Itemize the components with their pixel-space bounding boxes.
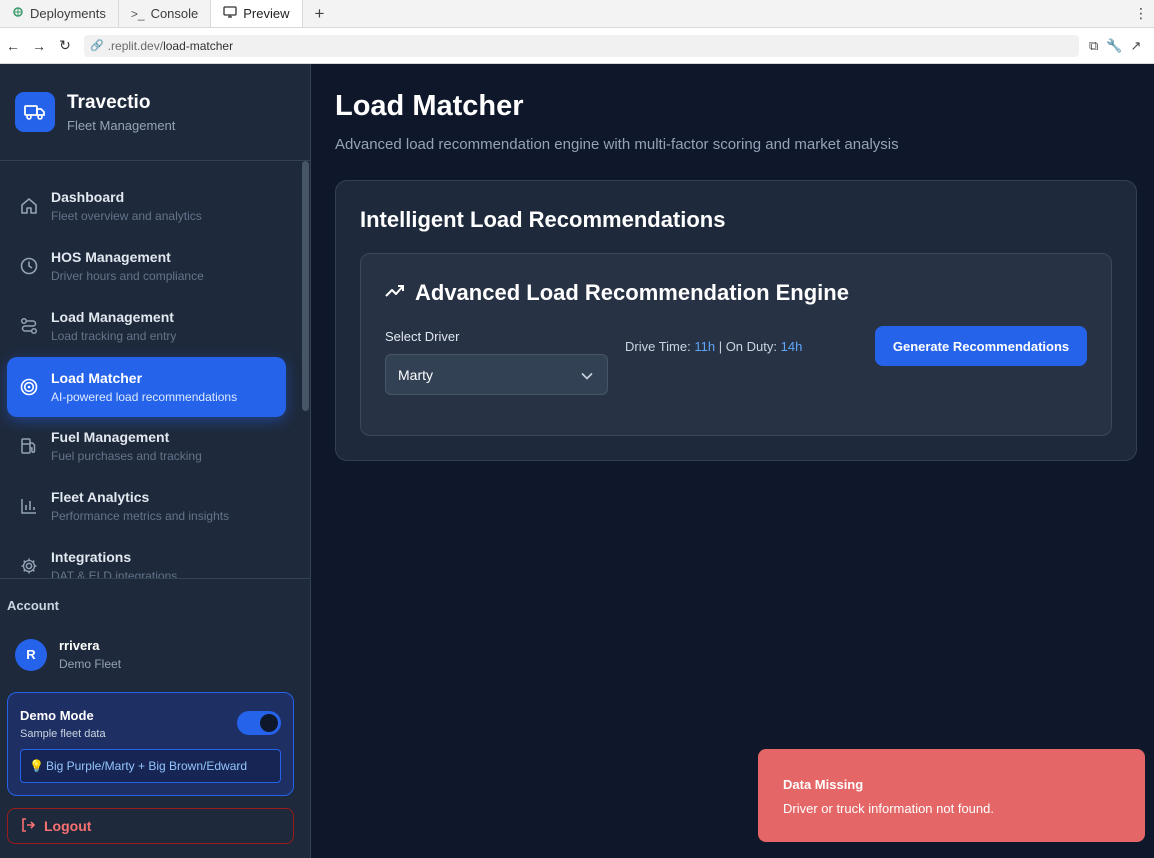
back-icon[interactable]: ←	[0, 38, 26, 54]
lightbulb-icon: 💡	[29, 759, 44, 773]
demo-mode-subtitle: Sample fleet data	[20, 728, 106, 740]
chevron-down-icon	[581, 367, 593, 383]
external-link-icon[interactable]: ↗	[1130, 38, 1141, 54]
recommendations-card: Intelligent Load Recommendations Advance…	[335, 180, 1137, 461]
monitor-icon	[223, 6, 237, 21]
demo-note-text: Big Purple/Marty + Big Brown/Edward	[45, 759, 248, 773]
driver-hours: Drive Time: 11h | On Duty: 14h	[625, 339, 802, 354]
sidebar-item-title: Load Management	[51, 309, 174, 325]
user-name: rrivera	[59, 638, 100, 653]
tab-deployments[interactable]: Deployments	[0, 0, 119, 27]
home-icon	[19, 196, 39, 216]
sidebar-item-hos-management[interactable]: HOS Management Driver hours and complian…	[7, 236, 286, 296]
url-input[interactable]: 🔗 .replit.dev/load-matcher	[84, 34, 1079, 57]
hours-separator: |	[715, 339, 726, 354]
logout-button[interactable]: Logout	[7, 808, 294, 844]
tab-preview[interactable]: Preview	[211, 0, 303, 27]
engine-title: Advanced Load Recommendation Engine	[415, 280, 849, 305]
selected-driver: Marty	[398, 366, 433, 383]
sidebar-item-subtitle: Performance metrics and insights	[51, 509, 230, 523]
user-profile[interactable]: R rrivera Demo Fleet	[15, 638, 121, 671]
sidebar-item-title: Load Matcher	[51, 370, 143, 386]
sidebar-item-subtitle: DAT & ELD integrations	[51, 569, 178, 578]
devices-icon[interactable]: ⧉	[1089, 38, 1098, 54]
sidebar-item-subtitle: Fuel purchases and tracking	[51, 449, 202, 463]
card-title: Intelligent Load Recommendations	[360, 207, 726, 232]
main-content: Load Matcher Advanced load recommendatio…	[311, 64, 1154, 858]
toast-title: Data Missing	[783, 777, 864, 792]
drive-time-value: 11h	[694, 339, 716, 354]
reload-icon[interactable]: ↻	[52, 37, 78, 54]
on-duty-label: On Duty:	[725, 339, 781, 354]
forward-icon[interactable]: →	[26, 38, 52, 54]
driver-select[interactable]: Marty	[385, 354, 608, 395]
logout-label: Logout	[44, 818, 92, 834]
target-icon	[19, 377, 39, 397]
demo-mode-toggle[interactable]	[237, 711, 281, 735]
demo-mode-title: Demo Mode	[20, 708, 94, 723]
terminal-icon: >_	[130, 6, 145, 21]
avatar: R	[15, 638, 47, 671]
tab-label: Deployments	[30, 6, 106, 21]
error-toast[interactable]: Data Missing Driver or truck information…	[758, 749, 1145, 842]
sidebar-item-dashboard[interactable]: Dashboard Fleet overview and analytics	[7, 176, 286, 236]
url-prefix: .replit.dev/	[107, 38, 164, 53]
sidebar-item-subtitle: Driver hours and compliance	[51, 269, 204, 283]
sidebar-item-title: Fuel Management	[51, 429, 170, 445]
url-path: load-matcher	[163, 38, 234, 53]
link-icon: 🔗	[90, 40, 104, 52]
logout-icon	[20, 817, 36, 836]
tab-label: Console	[150, 6, 199, 21]
trending-up-icon	[385, 284, 405, 303]
page-title: Load Matcher	[335, 90, 524, 122]
sidebar: Travectio Fleet Management Dashboard Fle…	[0, 64, 311, 858]
sidebar-scrollbar[interactable]	[302, 161, 309, 411]
user-fleet: Demo Fleet	[59, 657, 122, 671]
sidebar-item-title: HOS Management	[51, 249, 171, 265]
select-driver-label: Select Driver	[385, 329, 460, 344]
toast-message: Driver or truck information not found.	[783, 801, 994, 816]
toggle-knob	[260, 714, 278, 732]
account-section: Account R rrivera Demo Fleet Demo Mode S…	[0, 578, 311, 844]
address-bar: ← → ↻ 🔗 .replit.dev/load-matcher ⧉ 🔧 ↗	[0, 28, 1154, 64]
app-root: Travectio Fleet Management Dashboard Fle…	[0, 64, 1154, 858]
sidebar-item-fuel-management[interactable]: Fuel Management Fuel purchases and track…	[7, 416, 286, 476]
on-duty-value: 14h	[780, 339, 803, 354]
tab-label: Preview	[243, 6, 290, 21]
brand-subtitle: Fleet Management	[67, 117, 176, 133]
drive-time-label: Drive Time:	[625, 339, 695, 354]
sidebar-item-title: Dashboard	[51, 189, 125, 205]
sidebar-item-fleet-analytics[interactable]: Fleet Analytics Performance metrics and …	[7, 476, 286, 536]
sidebar-item-title: Integrations	[51, 549, 132, 565]
sidebar-nav: Dashboard Fleet overview and analytics H…	[0, 161, 311, 578]
fuel-icon	[19, 436, 39, 456]
brand-title: Travectio	[67, 91, 151, 113]
sidebar-item-subtitle: Load tracking and entry	[51, 329, 177, 343]
demo-mode-card: Demo Mode Sample fleet data 💡 Big Purple…	[7, 692, 294, 796]
new-tab-button[interactable]: +	[303, 0, 337, 27]
account-label: Account	[7, 598, 59, 613]
clock-icon	[19, 256, 39, 276]
truck-icon	[15, 92, 55, 132]
generate-recommendations-button[interactable]: Generate Recommendations	[875, 326, 1087, 366]
sidebar-item-integrations[interactable]: Integrations DAT & ELD integrations	[7, 536, 286, 578]
gear-icon	[19, 556, 39, 576]
wrench-icon[interactable]: 🔧	[1106, 38, 1122, 54]
sidebar-item-subtitle: AI-powered load recommendations	[51, 390, 238, 404]
sidebar-item-load-matcher[interactable]: Load Matcher AI-powered load recommendat…	[7, 357, 286, 417]
deploy-icon	[12, 6, 24, 21]
tab-console[interactable]: >_ Console	[119, 0, 212, 27]
bar-chart-icon	[19, 496, 39, 516]
sidebar-item-load-management[interactable]: Load Management Load tracking and entry	[7, 296, 286, 356]
page-subtitle: Advanced load recommendation engine with…	[335, 136, 899, 153]
sidebar-item-subtitle: Fleet overview and analytics	[51, 209, 202, 223]
recommendation-engine-panel: Advanced Load Recommendation Engine Sele…	[360, 253, 1112, 436]
demo-data-note: 💡 Big Purple/Marty + Big Brown/Edward	[20, 749, 281, 783]
browser-tab-bar: Deployments >_ Console Preview + ⋮	[0, 0, 1154, 28]
route-icon	[19, 316, 39, 336]
sidebar-item-title: Fleet Analytics	[51, 489, 150, 505]
brand: Travectio Fleet Management	[0, 64, 310, 161]
more-menu-icon[interactable]: ⋮	[1128, 0, 1154, 27]
